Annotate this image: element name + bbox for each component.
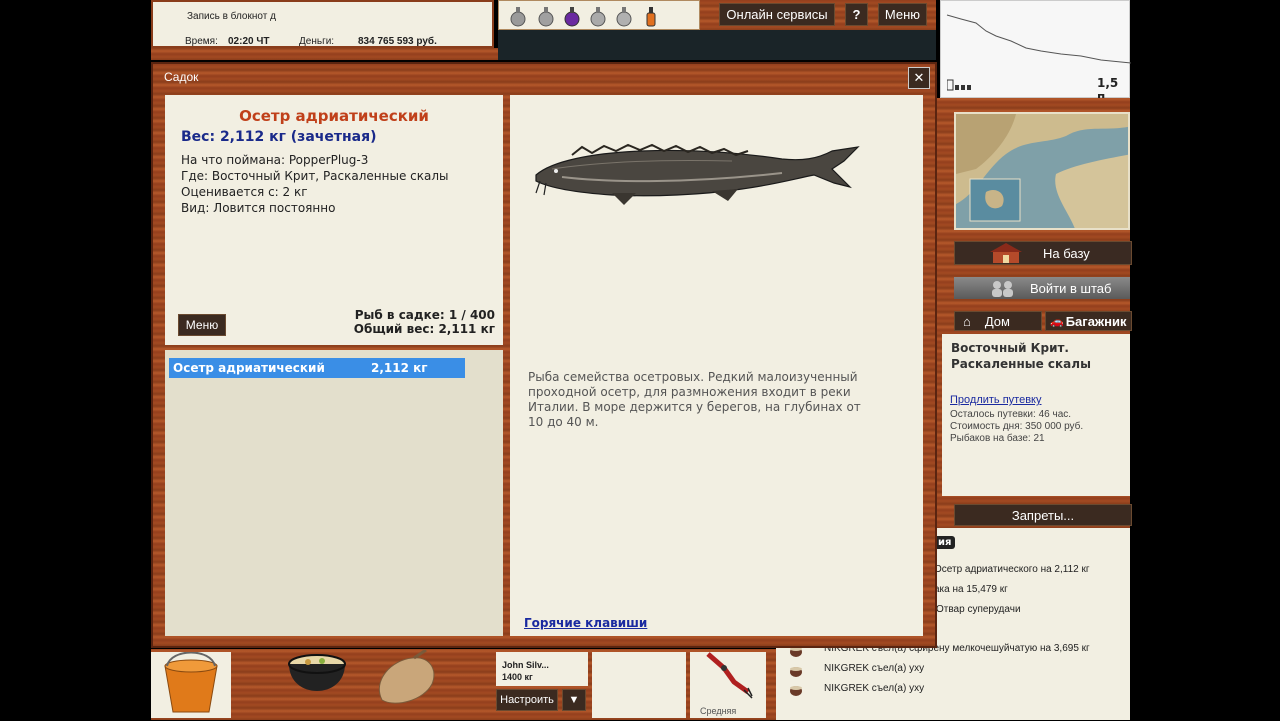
total-weight: Общий вес: 2,111 кг — [353, 322, 495, 336]
fish-description: Рыба семейства осетровых. Редкий малоизу… — [528, 370, 861, 429]
player-name: John Silv... — [502, 660, 549, 670]
time-label: Время: — [185, 36, 218, 47]
potions-bar — [498, 0, 700, 30]
people-icon — [992, 281, 1013, 297]
home-tab-label: Дом — [984, 313, 1010, 329]
sturgeon-image — [535, 143, 860, 205]
home-tab[interactable]: ⌂ Дом — [954, 311, 1042, 331]
bowl-icon — [790, 667, 802, 677]
bucket-icon — [164, 651, 218, 713]
event-item: NIKGREK съел(а) уху — [824, 663, 925, 674]
trunk-tab-label: Багажник — [1065, 313, 1127, 329]
events-tab[interactable]: ия — [934, 536, 956, 549]
lure-icon — [706, 652, 753, 699]
enter-hq-button[interactable]: Войти в штаб — [954, 277, 1130, 299]
battery-icon — [947, 79, 971, 91]
list-item[interactable]: Осетр адриатический 2,112 кг — [169, 358, 465, 378]
enter-hq-label: Войти в штаб — [1030, 280, 1112, 296]
lure-slot[interactable]: Средняя — [690, 652, 766, 718]
configure-button[interactable]: Настроить — [496, 689, 558, 711]
extend-permit-link[interactable]: Продлить путевку — [950, 394, 1041, 406]
list-item-name: Осетр адриатический — [173, 361, 325, 375]
location-info-panel: Восточный Крит. Раскаленные скалы Продли… — [942, 334, 1130, 496]
cauldron-icon[interactable] — [284, 650, 350, 706]
daily-cost: Стоимость дня: 350 000 руб. — [950, 421, 1084, 432]
house-icon — [990, 243, 1022, 263]
trunk-tab[interactable]: 🚗 Багажник — [1045, 311, 1132, 331]
bucket-slot[interactable] — [151, 651, 231, 718]
house-icon: ⌂ — [963, 313, 971, 329]
location-name-line2: Раскаленные скалы — [951, 357, 1091, 371]
potion-icon[interactable] — [561, 4, 583, 28]
money-label: Деньги: — [299, 36, 335, 47]
time-value: 02:20 ЧТ — [228, 36, 270, 47]
bowl-icon — [790, 686, 802, 696]
help-button[interactable]: ? — [845, 3, 868, 26]
potion-icon[interactable] — [587, 4, 609, 28]
empty-slot[interactable] — [592, 652, 686, 718]
fishers-on-base: Рыбаков на базе: 21 — [950, 433, 1045, 444]
close-icon[interactable]: ✕ — [908, 67, 930, 89]
keepnet-menu-button[interactable]: Меню — [178, 314, 226, 336]
fish-list: Осетр адриатический 2,112 кг — [165, 350, 503, 636]
potion-icon[interactable] — [507, 4, 529, 28]
event-item: Осетр адриатического на 2,112 кг — [934, 564, 1090, 575]
car-icon: 🚗 — [1050, 315, 1064, 328]
online-services-button[interactable]: Онлайн сервисы — [719, 3, 835, 26]
speed-label: Средняя — [700, 706, 737, 716]
hotkeys-link[interactable]: Горячие клавиши — [524, 616, 647, 630]
money-value: 834 765 593 руб. — [358, 36, 437, 47]
to-base-label: На базу — [1043, 245, 1090, 261]
caught-where: Где: Восточный Крит, Раскаленные скалы — [181, 169, 449, 183]
potion-icon[interactable] — [643, 4, 659, 28]
event-item: NIKGREK съел(а) уху — [824, 683, 925, 694]
to-base-button[interactable]: На базу — [954, 241, 1132, 265]
sack-icon[interactable] — [372, 650, 438, 706]
window-title: Садок — [164, 70, 199, 84]
location-map[interactable] — [954, 112, 1130, 230]
location-name-line1: Восточный Крит. — [951, 341, 1069, 355]
player-slot[interactable]: John Silv... 1400 кг — [496, 652, 588, 686]
list-item-weight: 2,112 кг — [371, 361, 428, 375]
depth-map: 1,5 п — [940, 0, 1131, 104]
top-info-panel: Запись в блокнот д Время: 02:20 ЧТ Деньг… — [151, 0, 494, 48]
restrictions-button[interactable]: Запреты... — [954, 504, 1132, 526]
notebook-entry[interactable]: Запись в блокнот д — [187, 11, 276, 22]
player-weight: 1400 кг — [502, 672, 533, 682]
top-dark-strip — [498, 30, 936, 60]
configure-dropdown[interactable]: ▼ — [562, 689, 586, 711]
fish-info-card: Осетр адриатический Вес: 2,112 кг (зачет… — [165, 95, 503, 345]
permit-remaining: Осталось путевки: 46 час. — [950, 409, 1072, 420]
potion-icon[interactable] — [613, 4, 635, 28]
fish-count: Рыб в садке: 1 / 400 — [354, 308, 495, 322]
event-item: ака на 15,479 кг — [934, 584, 1008, 595]
fish-detail-panel: Рыба семейства осетровых. Редкий малоизу… — [510, 95, 923, 636]
event-item: Отвар суперудачи — [936, 604, 1021, 615]
fish-kind: Вид: Ловится постоянно — [181, 201, 336, 215]
top-menu-button[interactable]: Меню — [878, 3, 927, 26]
top-info-border — [151, 48, 498, 60]
island-map-image — [956, 114, 1128, 228]
rated-from: Оценивается с: 2 кг — [181, 185, 308, 199]
caught-on: На что поймана: PopperPlug-3 — [181, 153, 369, 167]
fish-weight: Вес: 2,112 кг (зачетная) — [181, 129, 377, 145]
fish-name: Осетр адриатический — [239, 107, 429, 125]
potion-icon[interactable] — [535, 4, 557, 28]
